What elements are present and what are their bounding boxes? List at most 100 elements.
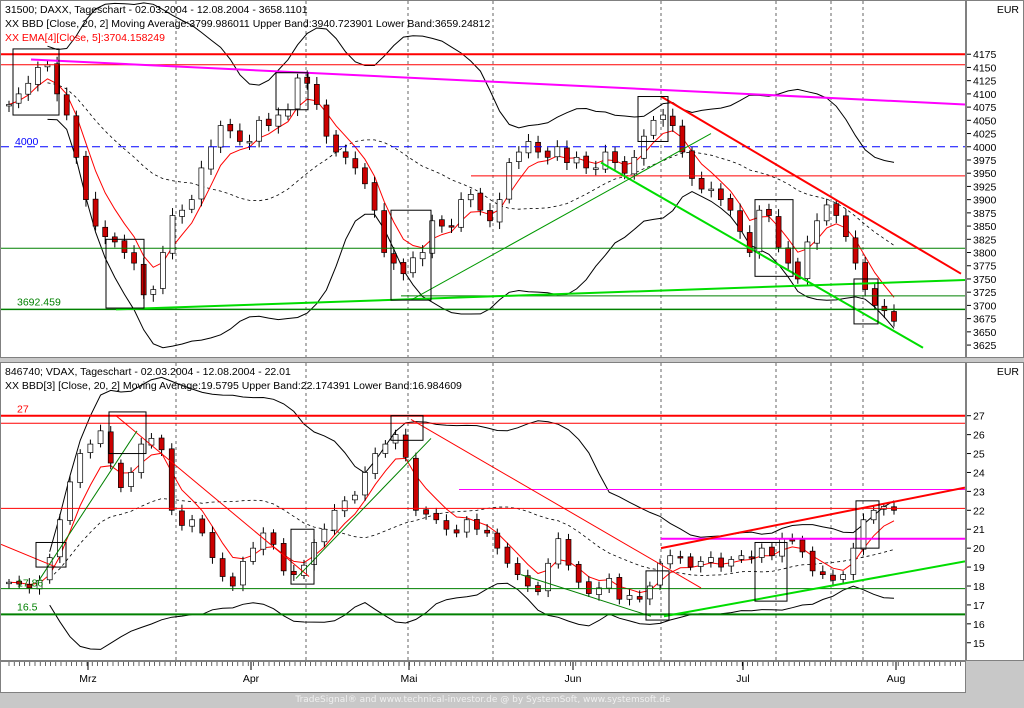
y-tick-label: 27 xyxy=(973,411,985,423)
y-tick-label: 4175 xyxy=(973,49,997,61)
candle-down xyxy=(891,311,897,322)
candle-down xyxy=(677,556,684,559)
candle-up xyxy=(657,562,663,586)
y-tick-label: 26 xyxy=(973,430,985,442)
candle-down xyxy=(575,563,582,583)
candle-up xyxy=(545,562,551,592)
vdax-price-axis: EUR 15 16 17 18 19 20 21 22 23 24 25 26 27 xyxy=(966,362,1024,661)
candle-down xyxy=(717,188,724,200)
candle-up xyxy=(138,443,145,473)
candle-up xyxy=(128,472,134,487)
y-tick-label: 22 xyxy=(973,505,985,517)
candle-down xyxy=(669,115,676,126)
candle-down xyxy=(362,167,368,185)
candle-up xyxy=(15,93,22,104)
candle-down xyxy=(227,124,234,132)
candle-down xyxy=(199,518,206,534)
candle-up xyxy=(870,509,877,521)
y-tick-label: 3975 xyxy=(973,155,997,167)
candle-up xyxy=(555,538,562,565)
y-tick-label: 4025 xyxy=(973,129,997,141)
y-tick-label: 3725 xyxy=(973,287,997,299)
dax-price-axis: EUR 3625 3650 3675 3700 3725 3750 3775 3800 3825… xyxy=(966,0,1024,358)
candle-up xyxy=(814,220,820,244)
vdax-chart-panel[interactable]: 27 17.86 16.5 846740; VDAX, Tageschart - 0… xyxy=(0,362,966,661)
pattern-box xyxy=(275,72,309,111)
chart-window: 4000 3692.459 31500; DAXX, Tageschart - 0… xyxy=(0,0,1024,708)
candle-down xyxy=(290,570,297,575)
y-tick-label: 3825 xyxy=(973,234,997,246)
candle-down xyxy=(219,558,226,577)
candle-down xyxy=(323,104,330,137)
y-tick-label: 3875 xyxy=(973,208,997,220)
candle-down xyxy=(371,182,378,211)
candle-down xyxy=(583,155,590,169)
candle-up xyxy=(179,209,186,217)
candle-up xyxy=(294,77,301,110)
candle-up xyxy=(6,104,12,107)
candle-down xyxy=(131,252,137,264)
footer-credit: TradeSignal® and www.technical-investor.… xyxy=(295,695,671,705)
vdax-chart-title: 846740; VDAX, Tageschart - 02.03.2004 - … xyxy=(5,366,291,378)
candle-down xyxy=(400,262,407,275)
candle-down xyxy=(718,557,724,568)
candle-up xyxy=(25,82,32,95)
candle-up xyxy=(256,119,262,142)
candle-up xyxy=(804,241,811,279)
candle-up xyxy=(631,156,638,175)
candle-up xyxy=(285,109,291,117)
candle-up xyxy=(35,67,41,85)
month-label: Mrz xyxy=(79,673,97,685)
candle-up xyxy=(506,162,513,200)
candle-up xyxy=(77,453,84,483)
month-label: Jun xyxy=(565,673,582,685)
y-tick-label: 3650 xyxy=(973,327,997,339)
candle-up xyxy=(217,125,224,148)
candle-down xyxy=(769,546,775,557)
month-label: Jul xyxy=(736,673,749,685)
y-tick-label: 21 xyxy=(973,524,985,536)
candle-down xyxy=(265,118,272,126)
green-channel-line xyxy=(600,161,924,349)
y-tick-label: 3675 xyxy=(973,314,997,326)
candle-down xyxy=(433,512,440,521)
candle-down xyxy=(871,288,878,306)
candle-up xyxy=(352,494,358,501)
dax-chart-svg: 4000 3692.459 xyxy=(1,1,965,357)
candle-down xyxy=(453,529,460,534)
candle-up xyxy=(758,547,765,558)
candle-up xyxy=(756,209,763,253)
red-downtrend-line xyxy=(660,95,962,275)
vdax-axis-svg: 15 16 17 18 19 20 21 22 23 24 25 26 27 xyxy=(967,411,985,650)
candle-up xyxy=(331,509,338,531)
y-tick-label: 24 xyxy=(973,467,985,479)
y-tick-label: 3750 xyxy=(973,274,997,286)
month-label: Aug xyxy=(887,673,906,685)
candle-down xyxy=(799,539,806,553)
candle-down xyxy=(92,198,99,227)
y-tick-label: 17 xyxy=(973,600,985,612)
candle-up xyxy=(150,289,157,295)
candle-up xyxy=(410,257,416,274)
candle-down xyxy=(819,571,826,575)
candle-up xyxy=(362,472,368,496)
candle-up xyxy=(738,555,745,560)
candle-up xyxy=(189,519,195,527)
y-tick-label: 3700 xyxy=(973,300,997,312)
candle-down xyxy=(390,253,397,264)
y-tick-label: 4000 xyxy=(973,142,997,154)
time-axis-svg: Mrz Apr Mai Jun Jul Aug xyxy=(8,662,961,685)
candle-up xyxy=(823,204,830,222)
candle-down xyxy=(830,574,836,581)
candle-down xyxy=(564,147,570,163)
candle-down xyxy=(833,203,840,216)
month-label: Apr xyxy=(243,673,260,685)
candle-down xyxy=(727,198,734,211)
dax-chart-panel[interactable]: 4000 3692.459 31500; DAXX, Tageschart - 0… xyxy=(0,0,966,358)
candle-down xyxy=(862,262,868,290)
candle-up xyxy=(697,561,704,567)
candle-up xyxy=(87,443,94,453)
candle-up xyxy=(392,434,399,444)
candle-down xyxy=(342,151,349,158)
y-tick-label: 4050 xyxy=(973,115,997,127)
